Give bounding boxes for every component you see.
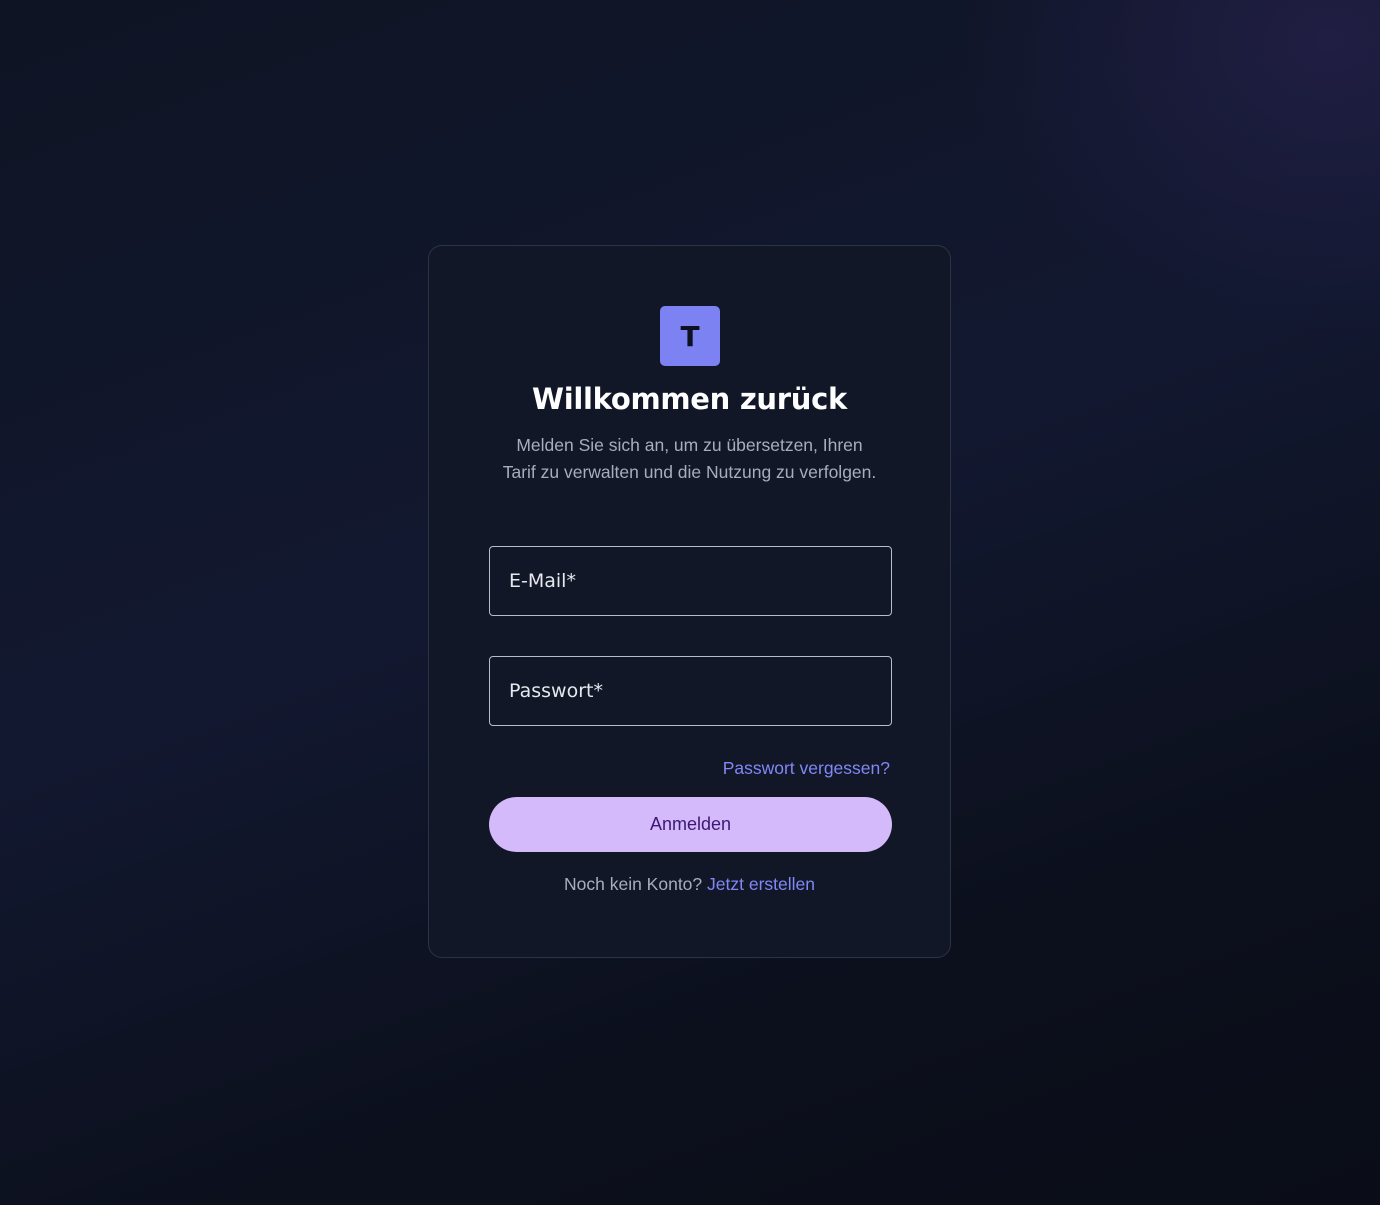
email-field-container bbox=[489, 546, 892, 616]
email-field[interactable] bbox=[490, 547, 891, 615]
login-subtitle: Melden Sie sich an, um zu übersetzen, Ih… bbox=[502, 435, 877, 482]
app-logo: T bbox=[660, 306, 720, 366]
signup-prompt: Noch kein Konto? Jetzt erstellen bbox=[429, 874, 950, 895]
create-account-link[interactable]: Jetzt erstellen bbox=[707, 874, 815, 894]
forgot-password-link[interactable]: Passwort vergessen? bbox=[723, 758, 890, 779]
login-card: T Willkommen zurück Melden Sie sich an, … bbox=[428, 245, 951, 958]
no-account-text: Noch kein Konto? bbox=[564, 874, 708, 894]
password-field-container bbox=[489, 656, 892, 726]
page-title: Willkommen zurück bbox=[532, 382, 847, 416]
sign-in-button[interactable]: Anmelden bbox=[489, 797, 892, 852]
logo-letter: T bbox=[680, 319, 700, 353]
password-field[interactable] bbox=[490, 657, 891, 725]
